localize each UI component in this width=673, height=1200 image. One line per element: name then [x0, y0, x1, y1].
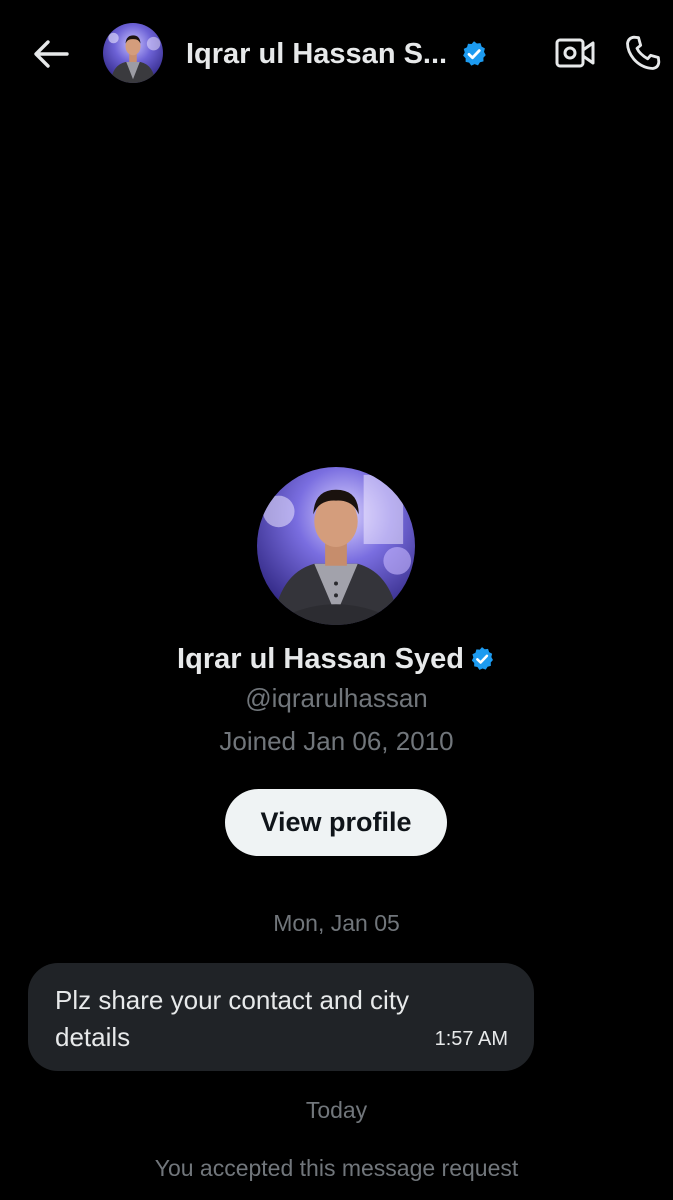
profile-avatar[interactable]	[257, 467, 415, 625]
message-timestamp: 1:57 AM	[434, 1028, 508, 1050]
view-profile-button[interactable]: View profile	[225, 789, 447, 856]
phone-icon	[623, 33, 663, 73]
system-message: You accepted this message request	[154, 1155, 519, 1181]
date-divider: Mon, Jan 05	[273, 910, 400, 936]
message-text: Plz share your contact and city details	[55, 985, 410, 1052]
back-button[interactable]	[30, 33, 72, 75]
date-divider-today: Today	[305, 1097, 368, 1123]
voice-call-button[interactable]	[620, 30, 666, 76]
message-bubble[interactable]: Plz share your contact and city details …	[28, 963, 534, 1071]
profile-name: Iqrar ul Hassan Syed	[177, 642, 464, 675]
profile-joined-date: Joined Jan 06, 2010	[219, 726, 454, 756]
video-call-button[interactable]	[553, 32, 597, 74]
chat-header: Iqrar ul Hassan S...	[0, 0, 673, 108]
verified-badge-icon	[459, 39, 489, 69]
profile-handle: @iqrarulhassan	[245, 683, 428, 713]
verified-badge-icon	[468, 645, 496, 673]
arrow-left-icon	[33, 39, 69, 69]
header-contact-name[interactable]: Iqrar ul Hassan S...	[186, 38, 447, 71]
header-avatar[interactable]	[103, 23, 163, 83]
video-camera-icon	[555, 37, 595, 69]
